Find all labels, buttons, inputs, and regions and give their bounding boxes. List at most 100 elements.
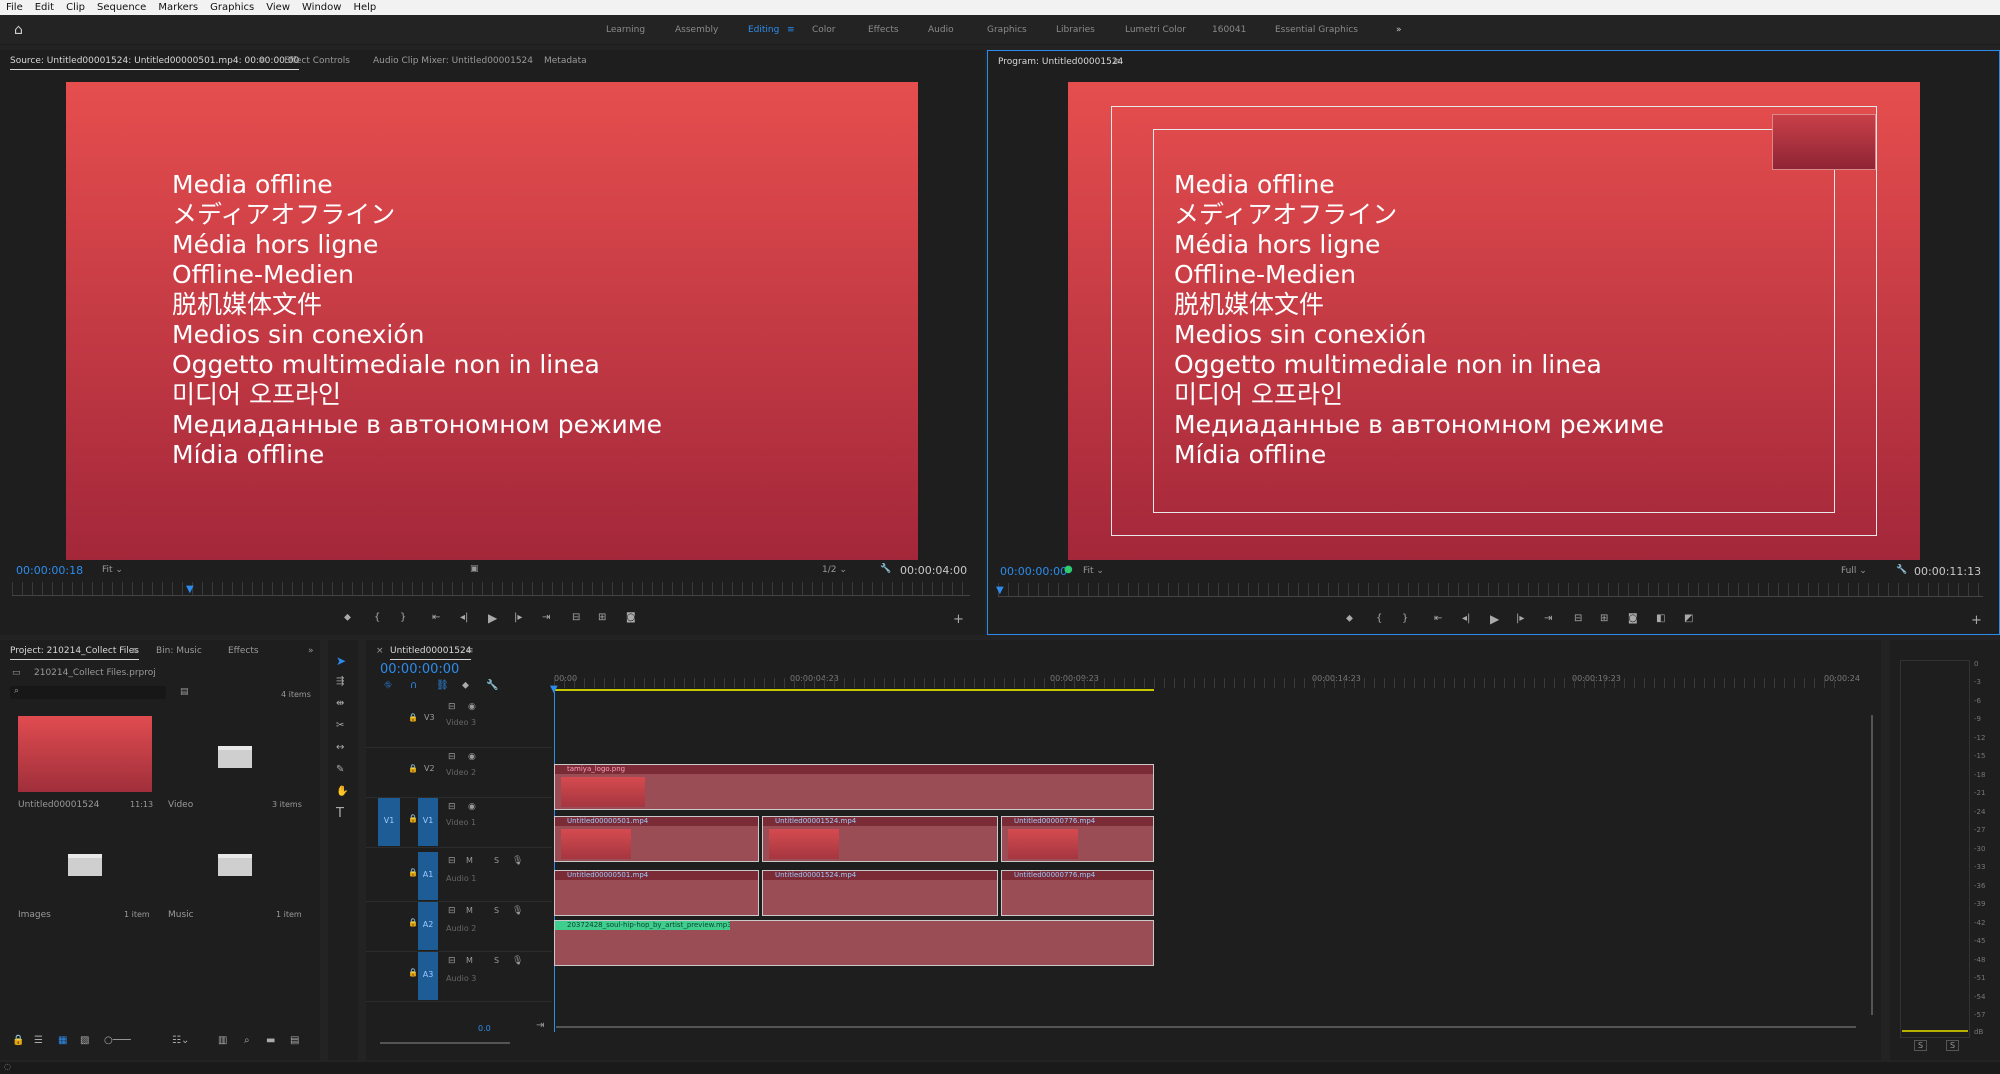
new-item-icon[interactable]: ▤ (290, 1035, 299, 1046)
track-id[interactable]: V2 (424, 764, 435, 773)
comparison-view-icon[interactable]: ◧ (1656, 613, 1665, 624)
tab-effects[interactable]: Effects (228, 646, 259, 656)
menu-graphics[interactable]: Graphics (204, 2, 260, 13)
menu-window[interactable]: Window (296, 2, 347, 13)
menu-file[interactable]: File (0, 2, 29, 13)
work-area-bar[interactable] (554, 689, 1154, 691)
workspace-graphics[interactable]: Graphics (987, 25, 1027, 35)
automate-icon[interactable]: ▥ (218, 1035, 227, 1046)
source-zoom-select[interactable]: Fit ⌄ (102, 565, 123, 575)
track-height-scroll[interactable] (380, 1042, 510, 1044)
track-id[interactable]: A3 (418, 952, 438, 1000)
program-time-ruler[interactable] (998, 583, 1983, 597)
vertical-scroll[interactable] (1871, 715, 1873, 1015)
source-settings-icon[interactable]: ▣ (470, 564, 479, 574)
camera-icon[interactable]: ◙ (626, 612, 636, 623)
workspace-color[interactable]: Color (812, 25, 836, 35)
sync-lock-icon[interactable]: ⊟ (448, 856, 456, 866)
selection-tool-icon[interactable]: ➤ (336, 654, 346, 668)
source-patch-v1[interactable]: V1 (378, 798, 400, 846)
step-back-icon[interactable]: ◂| (460, 612, 468, 623)
mute-button[interactable]: M (466, 856, 473, 865)
track-select-tool-icon[interactable]: ⇶ (336, 676, 344, 687)
program-mark-in-icon[interactable]: { (1376, 613, 1382, 624)
workspace-editing[interactable]: Editing (748, 25, 779, 35)
go-to-in-icon[interactable]: ⇤ (432, 612, 440, 623)
project-more-icon[interactable]: » (308, 646, 314, 656)
folder-icon[interactable] (218, 854, 252, 876)
source-panel-menu-icon[interactable]: ≡ (258, 56, 266, 66)
freeform-view-icon[interactable]: ▧ (80, 1035, 89, 1046)
mute-button[interactable]: M (466, 906, 473, 915)
sync-lock-icon[interactable]: ⊟ (448, 906, 456, 916)
source-timecode[interactable]: 00:00:00:18 (16, 564, 83, 577)
clip-a1-1[interactable]: Untitled00000501.mp4 (554, 870, 759, 916)
meter-solo-left[interactable]: S (1914, 1040, 1928, 1051)
sequence-thumbnail[interactable] (18, 716, 152, 792)
home-icon[interactable]: ⌂ (14, 22, 23, 38)
extract-icon[interactable]: ⊞ (1600, 613, 1608, 624)
source-playhead[interactable]: ▼ (186, 584, 194, 595)
program-timecode[interactable]: 00:00:00:00 (1000, 565, 1067, 578)
program-go-to-in-icon[interactable]: ⇤ (1434, 613, 1442, 624)
slip-tool-icon[interactable]: ↔ (336, 742, 344, 753)
lock-track-icon[interactable]: 🔒 (408, 764, 418, 773)
clip-v1-3[interactable]: Untitled00000776.mp4 (1001, 816, 1154, 862)
lift-icon[interactable]: ⊟ (1574, 613, 1582, 624)
program-video-frame[interactable]: Media offline メディアオフライン Média hors ligne Of… (1068, 82, 1920, 560)
logo-overlay[interactable] (1772, 114, 1876, 170)
lock-track-icon[interactable]: 🔒 (408, 713, 418, 722)
source-time-ruler[interactable] (12, 582, 970, 596)
microphone-icon[interactable]: 🎙 (512, 956, 523, 966)
solo-button[interactable]: S (494, 906, 499, 915)
timeline-menu-icon[interactable]: ≡ (466, 646, 474, 656)
timeline-scroll[interactable] (556, 1026, 1856, 1028)
program-playhead[interactable]: ▼ (996, 585, 1004, 596)
insert-icon[interactable]: ⊟ (572, 612, 580, 623)
timeline-timecode[interactable]: 00:00:00:00 (380, 662, 459, 677)
list-view-icon[interactable]: ☰ (34, 1035, 43, 1046)
sync-lock-icon[interactable]: ⊟ (448, 802, 456, 812)
workspace-assembly[interactable]: Assembly (675, 25, 718, 35)
source-resolution-select[interactable]: 1/2 ⌄ (822, 565, 847, 575)
menu-sequence[interactable]: Sequence (91, 2, 152, 13)
clip-tamiya-logo[interactable]: tamiya_logo.png (554, 764, 1154, 810)
new-bin-from-search-icon[interactable]: ▤ (180, 687, 189, 697)
lock-track-icon[interactable]: 🔒 (408, 814, 418, 823)
program-step-back-icon[interactable]: ◂| (1462, 613, 1470, 624)
workspace-160041[interactable]: 160041 (1212, 25, 1246, 35)
workspace-lumetri-color[interactable]: Lumetri Color (1125, 25, 1186, 35)
go-to-out-icon[interactable]: ⇥ (542, 612, 550, 623)
lock-track-icon[interactable]: 🔒 (408, 968, 418, 977)
lock-track-icon[interactable]: 🔒 (408, 868, 418, 877)
lock-track-icon[interactable]: 🔒 (408, 918, 418, 927)
program-add-button-icon[interactable]: + (1971, 613, 1982, 628)
mark-in-icon[interactable]: { (374, 612, 380, 623)
nest-icon[interactable]: ⛗ (384, 680, 392, 691)
ripple-edit-tool-icon[interactable]: ⇹ (336, 698, 344, 709)
tab-audio-clip-mixer[interactable]: Audio Clip Mixer: Untitled00001524 (373, 56, 533, 66)
folder-icon[interactable] (218, 746, 252, 768)
program-add-marker-icon[interactable]: ⬥ (1346, 613, 1353, 624)
program-play-icon[interactable]: ▶ (1490, 612, 1499, 626)
tab-program[interactable]: Program: Untitled00001524 (998, 57, 1123, 70)
workspace-audio[interactable]: Audio (928, 25, 954, 35)
menu-view[interactable]: View (260, 2, 296, 13)
tab-metadata[interactable]: Metadata (544, 56, 587, 66)
icon-view-icon[interactable]: ▦ (58, 1035, 67, 1046)
lock-icon[interactable]: 🔒 (12, 1035, 24, 1046)
source-video-frame[interactable]: Media offline メディアオフライン Média hors ligne Of… (66, 82, 918, 560)
program-mark-out-icon[interactable]: } (1402, 613, 1408, 624)
add-button-icon[interactable]: + (953, 612, 964, 627)
program-step-forward-icon[interactable]: |▸ (1516, 613, 1524, 624)
solo-button[interactable]: S (494, 956, 499, 965)
eye-icon[interactable]: ◉ (468, 702, 476, 712)
eye-icon[interactable]: ◉ (468, 752, 476, 762)
eye-icon[interactable]: ◉ (468, 802, 476, 812)
program-go-to-out-icon[interactable]: ⇥ (1544, 613, 1552, 624)
microphone-icon[interactable]: 🎙 (512, 906, 523, 916)
type-tool-icon[interactable]: T (336, 806, 344, 821)
hand-tool-icon[interactable]: ✋ (336, 786, 348, 797)
timeline-zoom-value[interactable]: 0.0 (478, 1024, 491, 1033)
sort-icon[interactable]: ☷⌄ (172, 1035, 189, 1046)
